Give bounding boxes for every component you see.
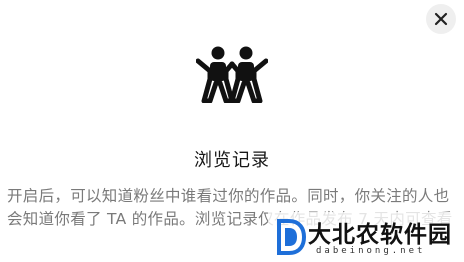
d-logo-icon bbox=[277, 219, 306, 255]
page-title: 浏览记录 bbox=[194, 150, 270, 171]
watermark: 大北农软件园 dabeinong.net bbox=[268, 212, 464, 262]
browse-history-sheet: 浏览记录 开启后，可以知道粉丝中谁看过你的作品。同时，你关注的人也会知道你看了 … bbox=[0, 0, 464, 262]
close-icon bbox=[434, 12, 448, 26]
two-people-icon bbox=[195, 45, 269, 104]
watermark-text: 大北农软件园 bbox=[308, 222, 452, 248]
watermark-subtext: dabeinong.net bbox=[316, 246, 426, 256]
close-button[interactable] bbox=[426, 4, 456, 34]
